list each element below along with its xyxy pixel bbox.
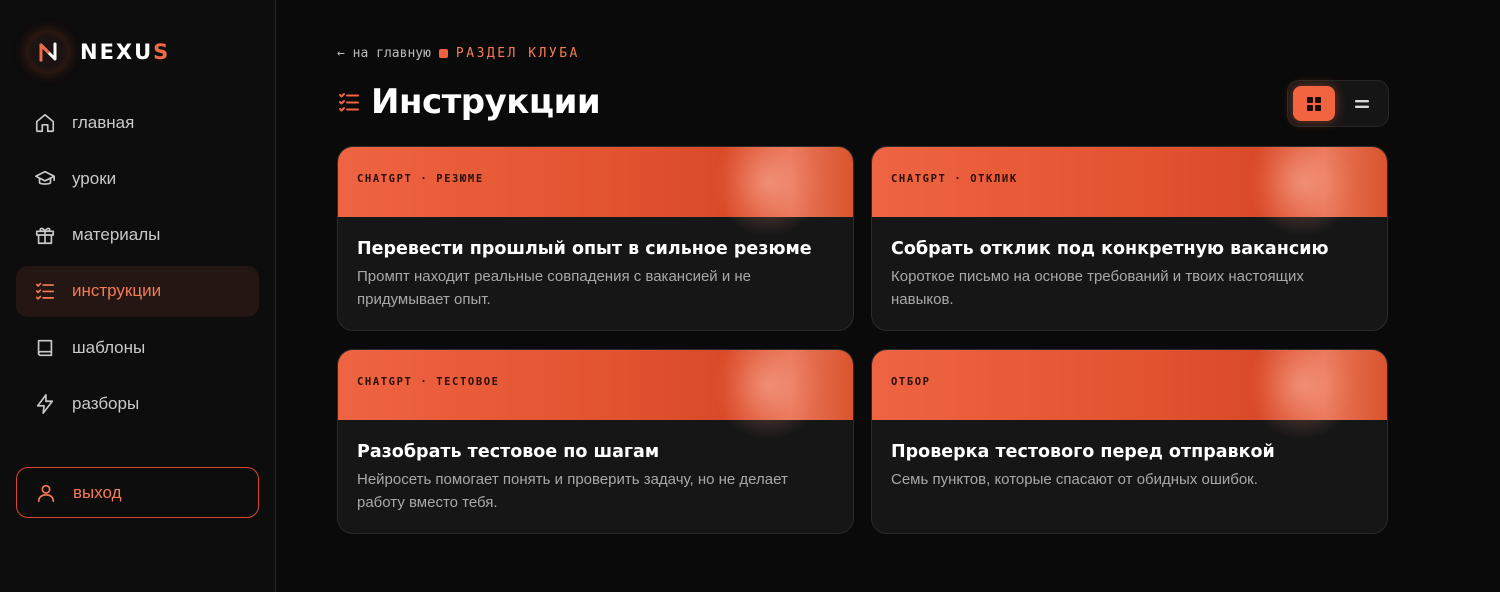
home-icon bbox=[35, 113, 55, 132]
view-toggle bbox=[1287, 80, 1389, 127]
grid-view-button[interactable] bbox=[1293, 86, 1335, 121]
card-description: Семь пунктов, которые спасают от обидных… bbox=[891, 471, 1258, 488]
gift-icon bbox=[35, 227, 55, 245]
breadcrumb-dot-icon bbox=[438, 49, 448, 58]
sidebar: NEXUS главная уроки материалы инструкции… bbox=[0, 0, 276, 592]
card-tag: CHATGPT · ТЕСТОВОЕ bbox=[357, 376, 500, 388]
logout-label: выход bbox=[73, 482, 122, 502]
card-tag: ОТБОР bbox=[891, 376, 931, 388]
user-icon bbox=[37, 484, 55, 502]
brand-logo[interactable]: NEXUS bbox=[28, 32, 170, 72]
breadcrumb: ← на главную РАЗДЕЛ КЛУБА bbox=[337, 46, 580, 61]
graduation-cap-icon bbox=[35, 170, 55, 185]
sidebar-item-label: разборы bbox=[72, 393, 140, 413]
card-description: Короткое письмо на основе требований и т… bbox=[891, 268, 1304, 308]
sidebar-item-label: шаблоны bbox=[72, 337, 146, 357]
logout-button[interactable]: выход bbox=[16, 467, 259, 518]
card-header: CHATGPT · РЕЗЮМЕ bbox=[338, 147, 853, 237]
list-view-button[interactable] bbox=[1341, 86, 1383, 121]
sidebar-item-lessons[interactable]: уроки bbox=[16, 153, 259, 204]
book-icon bbox=[37, 339, 53, 356]
grid-icon bbox=[1307, 96, 1321, 111]
list-check-icon bbox=[339, 93, 359, 112]
lightning-icon bbox=[36, 393, 54, 414]
card-title: Проверка тестового перед отправкой bbox=[891, 442, 1275, 462]
page-header: Инструкции bbox=[337, 82, 601, 122]
logo-icon bbox=[28, 32, 68, 72]
sidebar-item-instructions[interactable]: инструкции bbox=[16, 265, 259, 317]
sidebar-item-label: уроки bbox=[72, 168, 117, 188]
card-title: Перевести прошлый опыт в сильное резюме bbox=[357, 239, 812, 259]
brand-name: NEXUS bbox=[80, 40, 171, 64]
breadcrumb-section: РАЗДЕЛ КЛУБА bbox=[455, 46, 580, 61]
card-header: CHATGPT · ТЕСТОВОЕ bbox=[338, 350, 853, 440]
sidebar-item-materials[interactable]: материалы bbox=[16, 210, 259, 261]
list-icon bbox=[1355, 99, 1369, 108]
card-description: Нейросеть помогает понять и проверить за… bbox=[357, 471, 788, 511]
instruction-card[interactable]: CHATGPT · ТЕСТОВОЕ Разобрать тестовое по… bbox=[337, 349, 854, 534]
sidebar-item-templates[interactable]: шаблоны bbox=[16, 322, 259, 373]
card-description: Промпт находит реальные совпадения с вак… bbox=[357, 268, 752, 308]
page-title: Инструкции bbox=[371, 82, 601, 122]
sidebar-item-home[interactable]: главная bbox=[16, 97, 259, 148]
instruction-card[interactable]: CHATGPT · РЕЗЮМЕ Перевести прошлый опыт … bbox=[337, 146, 854, 331]
sidebar-item-label: главная bbox=[72, 112, 135, 132]
sidebar-nav: главная уроки материалы инструкции шабло… bbox=[16, 97, 259, 435]
sidebar-item-label: инструкции bbox=[72, 281, 162, 301]
card-title: Собрать отклик под конкретную вакансию bbox=[891, 239, 1329, 259]
card-tag: CHATGPT · ОТКЛИК bbox=[891, 173, 1018, 185]
card-header: CHATGPT · ОТКЛИК bbox=[872, 147, 1387, 237]
card-title: Разобрать тестовое по шагам bbox=[357, 442, 660, 462]
list-check-icon bbox=[35, 283, 55, 301]
sidebar-item-reviews[interactable]: разборы bbox=[16, 378, 259, 429]
card-tag: CHATGPT · РЕЗЮМЕ bbox=[357, 173, 484, 185]
instruction-card[interactable]: ОТБОР Проверка тестового перед отправкой… bbox=[871, 349, 1388, 534]
back-link[interactable]: ← на главную bbox=[337, 46, 431, 61]
sidebar-item-label: материалы bbox=[72, 225, 161, 245]
instruction-card[interactable]: CHATGPT · ОТКЛИК Собрать отклик под конк… bbox=[871, 146, 1388, 331]
card-header: ОТБОР bbox=[872, 350, 1387, 440]
